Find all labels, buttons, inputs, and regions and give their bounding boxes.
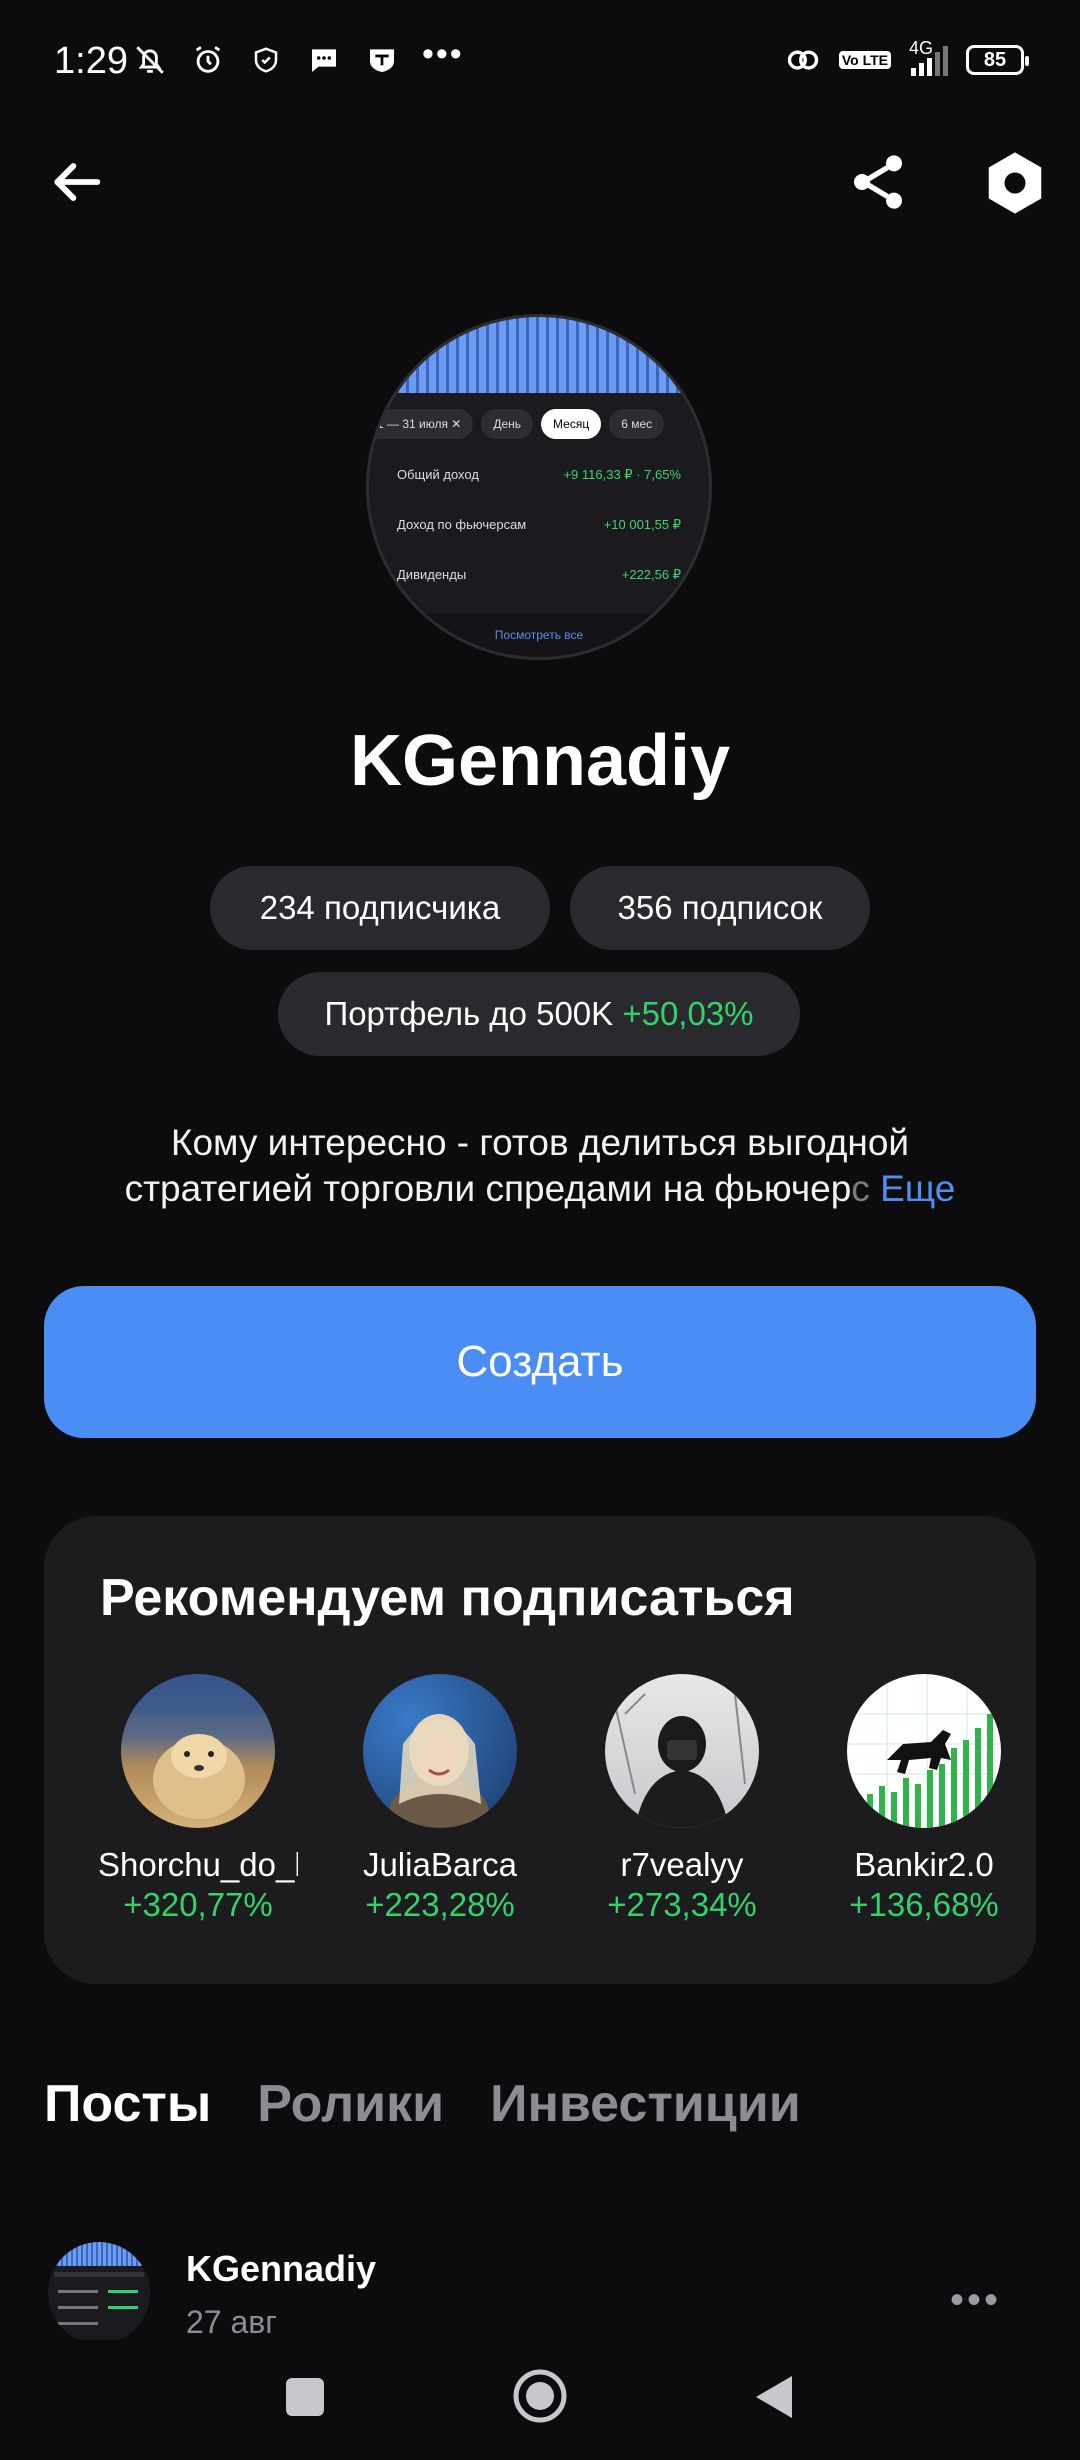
avatar-chip-6m: 6 мес <box>609 409 665 439</box>
recommended-user-gain: +273,34% <box>607 1886 757 1923</box>
avatar <box>363 1674 517 1828</box>
home-button[interactable] <box>512 2368 568 2424</box>
recommended-user[interactable]: Bankir2.0 +136,68% <box>804 1674 1036 1924</box>
signal-icon: 4G <box>909 38 948 76</box>
post-more-button[interactable]: ••• <box>950 2278 1001 2323</box>
avatar <box>847 1674 1001 1828</box>
recommended-user-name: r7vealyy <box>620 1846 744 1883</box>
avatar-chip-day: День <box>481 409 534 439</box>
bio-more-link[interactable]: Еще <box>880 1168 955 1209</box>
recents-button[interactable] <box>286 2378 324 2416</box>
network-type: 4G <box>909 38 934 58</box>
triangle-back-icon <box>756 2376 792 2418</box>
avatar-row-total: Общий доход +9 116,33 ₽ · 7,65% <box>397 467 681 482</box>
arrow-left-icon <box>54 163 101 201</box>
status-time: 1:29 <box>54 40 128 82</box>
avatar-see-all: Посмотреть все <box>369 613 709 657</box>
portfolio-pill[interactable]: Портфель до 500K +50,03% <box>278 972 800 1056</box>
more-notifications-icon: ••• <box>422 34 464 73</box>
profile-avatar[interactable]: 1 — 31 июля ✕ День Месяц 6 мес Общий дох… <box>366 314 712 660</box>
profile-bio: Кому интересно - готов делиться выгодной… <box>60 1120 1020 1212</box>
profile-tabs: Посты Ролики Инвестиции <box>44 2074 801 2134</box>
recommended-user[interactable]: r7vealyy +273,34% <box>562 1674 802 1924</box>
recommendations-title: Рекомендуем подписаться <box>100 1569 795 1627</box>
settings-button[interactable] <box>980 148 1050 218</box>
alarm-icon <box>190 42 226 78</box>
back-button[interactable] <box>44 150 108 214</box>
volte-badge: Vo LTE <box>838 51 891 69</box>
bio-line-2: стратегией торговли спредами на фьючерс … <box>124 1168 956 1209</box>
share-button[interactable] <box>846 150 910 214</box>
portfolio-gain: +50,03% <box>622 995 754 1032</box>
recommended-user-name: JuliaBarca <box>362 1846 518 1883</box>
recommended-user-name: Shorchu_do_l <box>98 1846 298 1883</box>
battery-icon: 85 <box>966 45 1029 75</box>
hexagon-settings-icon <box>988 152 1042 214</box>
post-date: 27 авг <box>186 2304 277 2340</box>
avatar-period-chips: 1 — 31 июля ✕ День Месяц 6 мес <box>369 409 665 439</box>
recommended-user[interactable]: Shorchu_do_l +320,77% <box>78 1674 318 1924</box>
status-icons-right: Vo LTE 4G 85 <box>785 38 1029 78</box>
share-icon <box>854 155 902 209</box>
post-author-name[interactable]: KGennadiy <box>186 2248 376 2290</box>
profile-username: KGennadiy <box>349 721 731 801</box>
avatar <box>121 1674 275 1828</box>
shield-icon <box>248 42 284 78</box>
tinkoff-icon <box>364 42 400 78</box>
tab-investments[interactable]: Инвестиции <box>490 2074 801 2134</box>
avatar-chip-month: Месяц <box>541 409 602 439</box>
post-author-avatar[interactable] <box>48 2242 150 2344</box>
bio-line-1: Кому интересно - готов делиться выгодной <box>170 1122 910 1163</box>
status-icons-left: ••• <box>132 35 464 78</box>
create-button[interactable]: Создать <box>44 1286 1036 1438</box>
recommended-user-name: Bankir2.0 <box>854 1846 994 1883</box>
portfolio-label: Портфель до 500K <box>324 995 614 1032</box>
system-back-button[interactable] <box>752 2372 796 2422</box>
recommended-user-gain: +223,28% <box>365 1886 515 1923</box>
avatar-row-dividends: Дивиденды +222,56 ₽ <box>397 567 681 582</box>
system-nav-bar <box>0 2340 1080 2460</box>
avatar-date-chip: 1 — 31 июля ✕ <box>369 409 474 439</box>
tab-reels[interactable]: Ролики <box>257 2074 444 2134</box>
message-icon <box>306 42 342 78</box>
followers-pill[interactable]: 234 подписчика <box>210 866 550 950</box>
tab-posts[interactable]: Посты <box>44 2074 211 2134</box>
avatar <box>605 1674 759 1828</box>
recommended-user-gain: +320,77% <box>123 1886 273 1923</box>
home-circle-icon <box>513 2369 567 2423</box>
recommended-user[interactable]: JuliaBarca +223,28% <box>320 1674 560 1924</box>
recommendations-card: Рекомендуем подписаться Shorchu_do_l +32… <box>44 1516 1036 1984</box>
avatar-chart-bars <box>369 317 709 393</box>
avatar-row-futures: Доход по фьючерсам +10 001,55 ₽ <box>397 517 681 532</box>
following-pill[interactable]: 356 подписок <box>570 866 870 950</box>
recommended-user-gain: +136,68% <box>849 1886 999 1923</box>
bell-off-icon <box>132 42 168 78</box>
hotspot-link-icon <box>785 42 821 78</box>
